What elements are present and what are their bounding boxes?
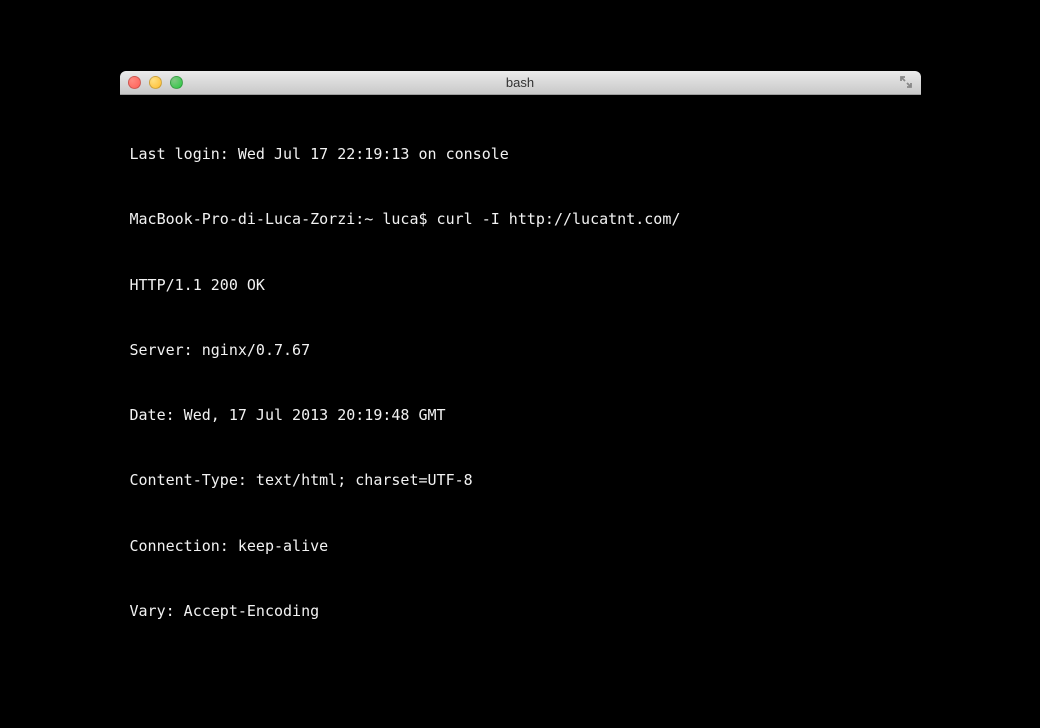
terminal-line: MacBook-Pro-di-Luca-Zorzi:~ luca$ curl -… — [130, 209, 911, 231]
fullscreen-icon[interactable] — [899, 75, 913, 89]
minimize-button[interactable] — [149, 76, 162, 89]
terminal-line: Vary: Accept-Encoding — [130, 601, 911, 623]
terminal-window: bash Last login: Wed Jul 17 22:19:13 on … — [120, 71, 921, 638]
terminal-line: Last login: Wed Jul 17 22:19:13 on conso… — [130, 144, 911, 166]
window-title: bash — [506, 75, 534, 90]
window-titlebar[interactable]: bash — [120, 71, 921, 95]
terminal-content[interactable]: Last login: Wed Jul 17 22:19:13 on conso… — [120, 95, 921, 638]
terminal-line: Content-Type: text/html; charset=UTF-8 — [130, 470, 911, 492]
zoom-button[interactable] — [170, 76, 183, 89]
terminal-line: HTTP/1.1 200 OK — [130, 275, 911, 297]
terminal-line: Date: Wed, 17 Jul 2013 20:19:48 GMT — [130, 405, 911, 427]
close-button[interactable] — [128, 76, 141, 89]
terminal-line: Server: nginx/0.7.67 — [130, 340, 911, 362]
traffic-lights — [128, 76, 183, 89]
terminal-line: Connection: keep-alive — [130, 536, 911, 558]
